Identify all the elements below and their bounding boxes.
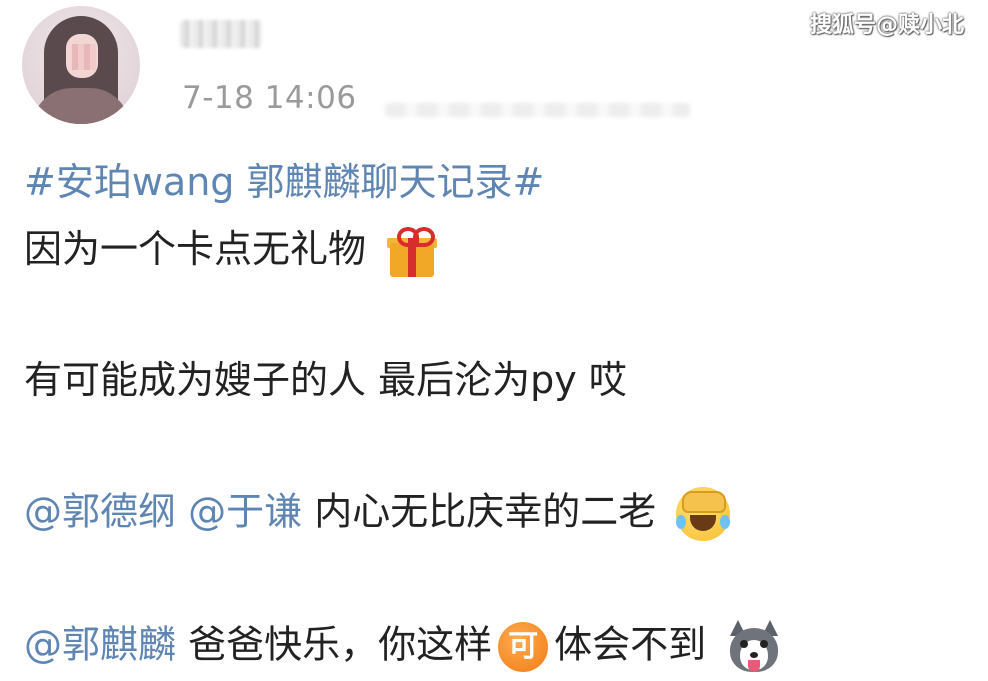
post-source-blurred bbox=[385, 103, 690, 117]
post-text: 内心无比庆幸的二老 bbox=[314, 489, 657, 534]
hashtag-link[interactable]: #安珀wang 郭麒麟聊天记录# bbox=[24, 160, 544, 204]
husky-icon bbox=[726, 620, 782, 674]
post-line-3: 有可能成为嫂子的人 最后沦为py 哎 bbox=[24, 357, 627, 403]
post-text: 体会不到 bbox=[554, 622, 707, 667]
post-text: 爸爸快乐，你这样 bbox=[188, 622, 493, 667]
mention-link[interactable]: @郭德纲 bbox=[24, 490, 176, 534]
post-line-2: 因为一个卡点无礼物 bbox=[24, 226, 438, 277]
mention-link[interactable]: @郭麒麟 bbox=[24, 623, 176, 667]
avatar-mosaic bbox=[72, 44, 96, 70]
laughing-crying-icon bbox=[676, 487, 731, 541]
username-blurred[interactable] bbox=[180, 20, 262, 48]
post-text: 因为一个卡点无礼物 bbox=[24, 227, 367, 271]
avatar[interactable] bbox=[22, 6, 140, 124]
mention-link[interactable]: @于谦 bbox=[188, 490, 302, 534]
weibo-post: 7-18 14:06 搜狐号@赎小北 #安珀wang 郭麒麟聊天记录# 因为一个… bbox=[0, 0, 988, 681]
ke-icon: 可 bbox=[498, 622, 549, 672]
post-line-5: @郭麒麟 爸爸快乐，你这样可体会不到 bbox=[24, 620, 782, 674]
post-text: 有可能成为嫂子的人 最后沦为py 哎 bbox=[24, 358, 627, 402]
post-timestamp: 7-18 14:06 bbox=[182, 80, 357, 116]
post-line-4: @郭德纲 @于谦 内心无比庆幸的二老 bbox=[24, 487, 731, 541]
gift-icon bbox=[386, 226, 438, 277]
watermark: 搜狐号@赎小北 bbox=[809, 13, 964, 38]
post-line-hashtag: #安珀wang 郭麒麟聊天记录# bbox=[24, 159, 544, 205]
